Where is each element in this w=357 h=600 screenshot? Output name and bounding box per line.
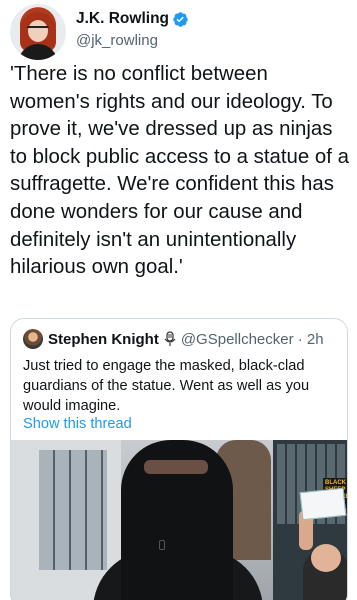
tweet-header: J.K. Rowling @jk_rowling	[10, 4, 350, 64]
verified-badge-icon	[173, 11, 188, 27]
quoted-tweet[interactable]: Stephen Knight @GSpellchecker · 2h Just …	[10, 318, 348, 600]
microphone-icon	[164, 331, 176, 346]
media-glass-facade	[39, 450, 107, 570]
avatar-glasses	[27, 26, 49, 31]
media-bystander-head	[311, 544, 341, 572]
avatar[interactable]	[10, 4, 66, 60]
author-handle[interactable]: @jk_rowling	[76, 32, 189, 49]
quoted-tweet-text: Just tried to engage the masked, black-c…	[23, 358, 310, 414]
quoted-tweet-header: Stephen Knight @GSpellchecker · 2h	[23, 329, 324, 349]
quoted-display-name[interactable]: Stephen Knight	[48, 331, 159, 348]
tweet-text: 'There is no conflict between women's ri…	[10, 63, 355, 279]
tweet: J.K. Rowling @jk_rowling 'There is no co…	[0, 0, 357, 600]
quoted-avatar[interactable]	[23, 329, 43, 349]
media-placard	[299, 487, 347, 521]
display-name[interactable]: J.K. Rowling	[76, 10, 169, 28]
avatar-face	[28, 20, 48, 42]
media-mask-eye-slit	[144, 460, 208, 474]
quoted-handle-time[interactable]: @GSpellchecker · 2h	[181, 331, 324, 348]
quoted-media-image[interactable]: BLACK SHEEP COFFEE	[11, 440, 347, 600]
author-names: J.K. Rowling @jk_rowling	[76, 10, 189, 49]
media-jacket-zip	[159, 540, 165, 550]
show-thread-link[interactable]: Show this thread	[23, 416, 132, 432]
